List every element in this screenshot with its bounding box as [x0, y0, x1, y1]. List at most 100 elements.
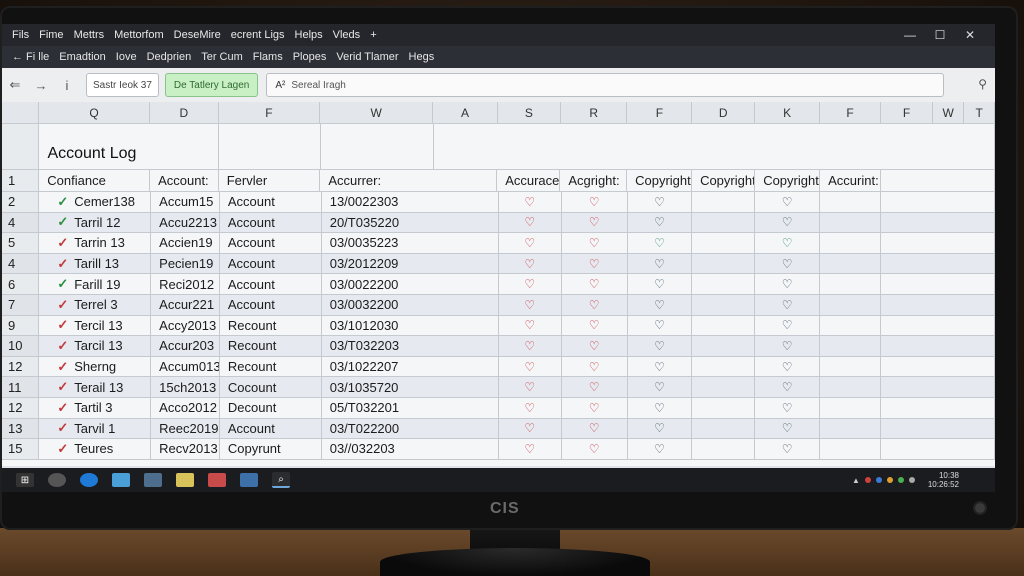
heart-cell[interactable]: ♡ [561, 233, 628, 254]
row-number[interactable]: 12 [2, 398, 40, 419]
type-cell[interactable]: Cocount [219, 377, 322, 398]
heart-cell[interactable]: ♡ [627, 295, 693, 316]
type-cell[interactable]: Account [219, 295, 322, 316]
select-all-corner[interactable] [2, 102, 40, 124]
cell[interactable] [819, 212, 882, 234]
heart-cell[interactable]: ♡ [561, 398, 628, 419]
cell[interactable] [881, 170, 995, 192]
name-cell[interactable]: ✓ Cemer138 [39, 192, 152, 213]
mail-icon[interactable] [144, 473, 162, 487]
heart-cell[interactable]: ♡ [755, 274, 820, 295]
minimize-icon[interactable]: — [895, 28, 925, 42]
cell[interactable] [219, 124, 322, 170]
date-cell[interactable]: 03/0022200 [321, 274, 499, 295]
files-icon[interactable] [112, 473, 130, 487]
title-menu-item[interactable]: Fils [12, 29, 29, 41]
account-cell[interactable]: Accy2013 [151, 315, 220, 337]
cell[interactable] [881, 418, 995, 440]
row-number[interactable]: 4 [2, 253, 40, 275]
title-menu-item[interactable]: Mettrs [74, 29, 105, 41]
name-cell[interactable]: ✓ Tarril 12 [39, 212, 152, 234]
title-menu-item[interactable]: Helps [295, 29, 323, 41]
heart-cell[interactable]: ♡ [755, 418, 820, 440]
column-title[interactable]: Accurint: [820, 170, 882, 192]
column-title[interactable]: Copyright: [627, 170, 693, 192]
heart-cell[interactable]: ♡ [498, 439, 562, 460]
heart-cell[interactable]: ♡ [627, 192, 693, 213]
heart-cell[interactable]: ♡ [561, 439, 628, 460]
heart-cell[interactable] [692, 274, 756, 295]
heart-cell[interactable]: ♡ [561, 336, 628, 357]
row-number[interactable]: 13 [2, 418, 40, 440]
row-number[interactable]: 7 [2, 295, 40, 316]
heart-cell[interactable] [692, 439, 756, 460]
heart-cell[interactable]: ♡ [627, 439, 693, 460]
account-cell[interactable]: Accien19 [151, 233, 220, 254]
type-cell[interactable]: Recount [219, 336, 322, 357]
type-cell[interactable]: Copyrunt [219, 439, 322, 460]
menu-item[interactable]: Emadtion [59, 51, 105, 63]
account-cell[interactable]: Accur221 [151, 295, 220, 316]
cell[interactable] [819, 295, 882, 316]
heart-cell[interactable]: ♡ [755, 336, 820, 357]
heart-cell[interactable]: ♡ [755, 253, 820, 275]
column-header[interactable]: T [964, 102, 995, 124]
column-header[interactable]: S [497, 102, 561, 124]
row-number[interactable]: 11 [2, 377, 40, 398]
type-cell[interactable]: Account [219, 192, 322, 213]
name-cell[interactable]: ✓ Tercil 13 [39, 315, 152, 337]
tray-icon[interactable] [875, 477, 882, 483]
name-cell[interactable]: ✓ Tarvil 1 [39, 418, 152, 440]
column-title[interactable]: Copyright: [692, 170, 756, 192]
heart-cell[interactable] [692, 336, 756, 357]
heart-cell[interactable]: ♡ [755, 377, 820, 398]
column-header[interactable]: F [881, 102, 933, 124]
date-cell[interactable]: 03/1012030 [321, 315, 499, 337]
column-header[interactable]: K [755, 102, 820, 124]
toolbar-field-2[interactable]: De Tatlery Lagen [164, 73, 259, 97]
heart-cell[interactable]: ♡ [498, 356, 562, 378]
calendar-icon[interactable] [208, 473, 226, 487]
name-cell[interactable]: ✓ Sherng [39, 356, 152, 378]
heart-cell[interactable]: ♡ [561, 377, 628, 398]
search-input[interactable]: A² Sereal Iragh [266, 73, 945, 97]
cell[interactable] [881, 192, 995, 213]
date-cell[interactable]: 03/1022207 [321, 356, 499, 378]
cell[interactable] [881, 356, 995, 378]
heart-cell[interactable] [692, 192, 756, 213]
name-cell[interactable]: ✓ Tartil 3 [39, 398, 152, 419]
heart-cell[interactable]: ♡ [755, 212, 820, 234]
menu-item[interactable]: Verid Tlamer [336, 51, 398, 63]
column-header[interactable]: D [692, 102, 756, 124]
new-tab-button[interactable]: + [370, 29, 376, 41]
column-title[interactable]: Acgright: [560, 170, 628, 192]
heart-cell[interactable]: ♡ [498, 377, 562, 398]
heart-cell[interactable]: ♡ [498, 315, 562, 337]
heart-cell[interactable]: ♡ [498, 253, 562, 275]
tray-icon[interactable] [908, 477, 915, 483]
column-title[interactable]: Account: [150, 170, 219, 192]
app-icon[interactable] [48, 473, 66, 487]
column-header[interactable]: D [150, 102, 219, 124]
close-icon[interactable]: ✕ [955, 28, 985, 42]
heart-cell[interactable]: ♡ [755, 192, 820, 213]
heart-cell[interactable]: ♡ [561, 295, 628, 316]
heart-cell[interactable]: ♡ [498, 418, 562, 440]
account-cell[interactable]: Recv2013 [151, 439, 220, 460]
account-cell[interactable]: Accu2213 [151, 212, 220, 234]
heart-cell[interactable]: ♡ [755, 295, 820, 316]
row-number[interactable]: 9 [2, 315, 40, 337]
date-cell[interactable]: 05/T032201 [321, 398, 499, 419]
forward-arrow-icon[interactable]: → [28, 78, 54, 93]
row-number[interactable]: 5 [2, 233, 40, 254]
cell[interactable] [881, 336, 995, 357]
cell[interactable] [881, 398, 995, 419]
cell[interactable] [819, 192, 882, 213]
heart-cell[interactable]: ♡ [561, 253, 628, 275]
account-cell[interactable]: Accum013 [151, 356, 220, 378]
heart-cell[interactable]: ♡ [498, 212, 562, 234]
heart-cell[interactable] [692, 295, 756, 316]
column-header[interactable]: F [819, 102, 882, 124]
menu-item[interactable]: ← Fi lle [12, 51, 49, 63]
type-cell[interactable]: Recount [219, 315, 322, 337]
